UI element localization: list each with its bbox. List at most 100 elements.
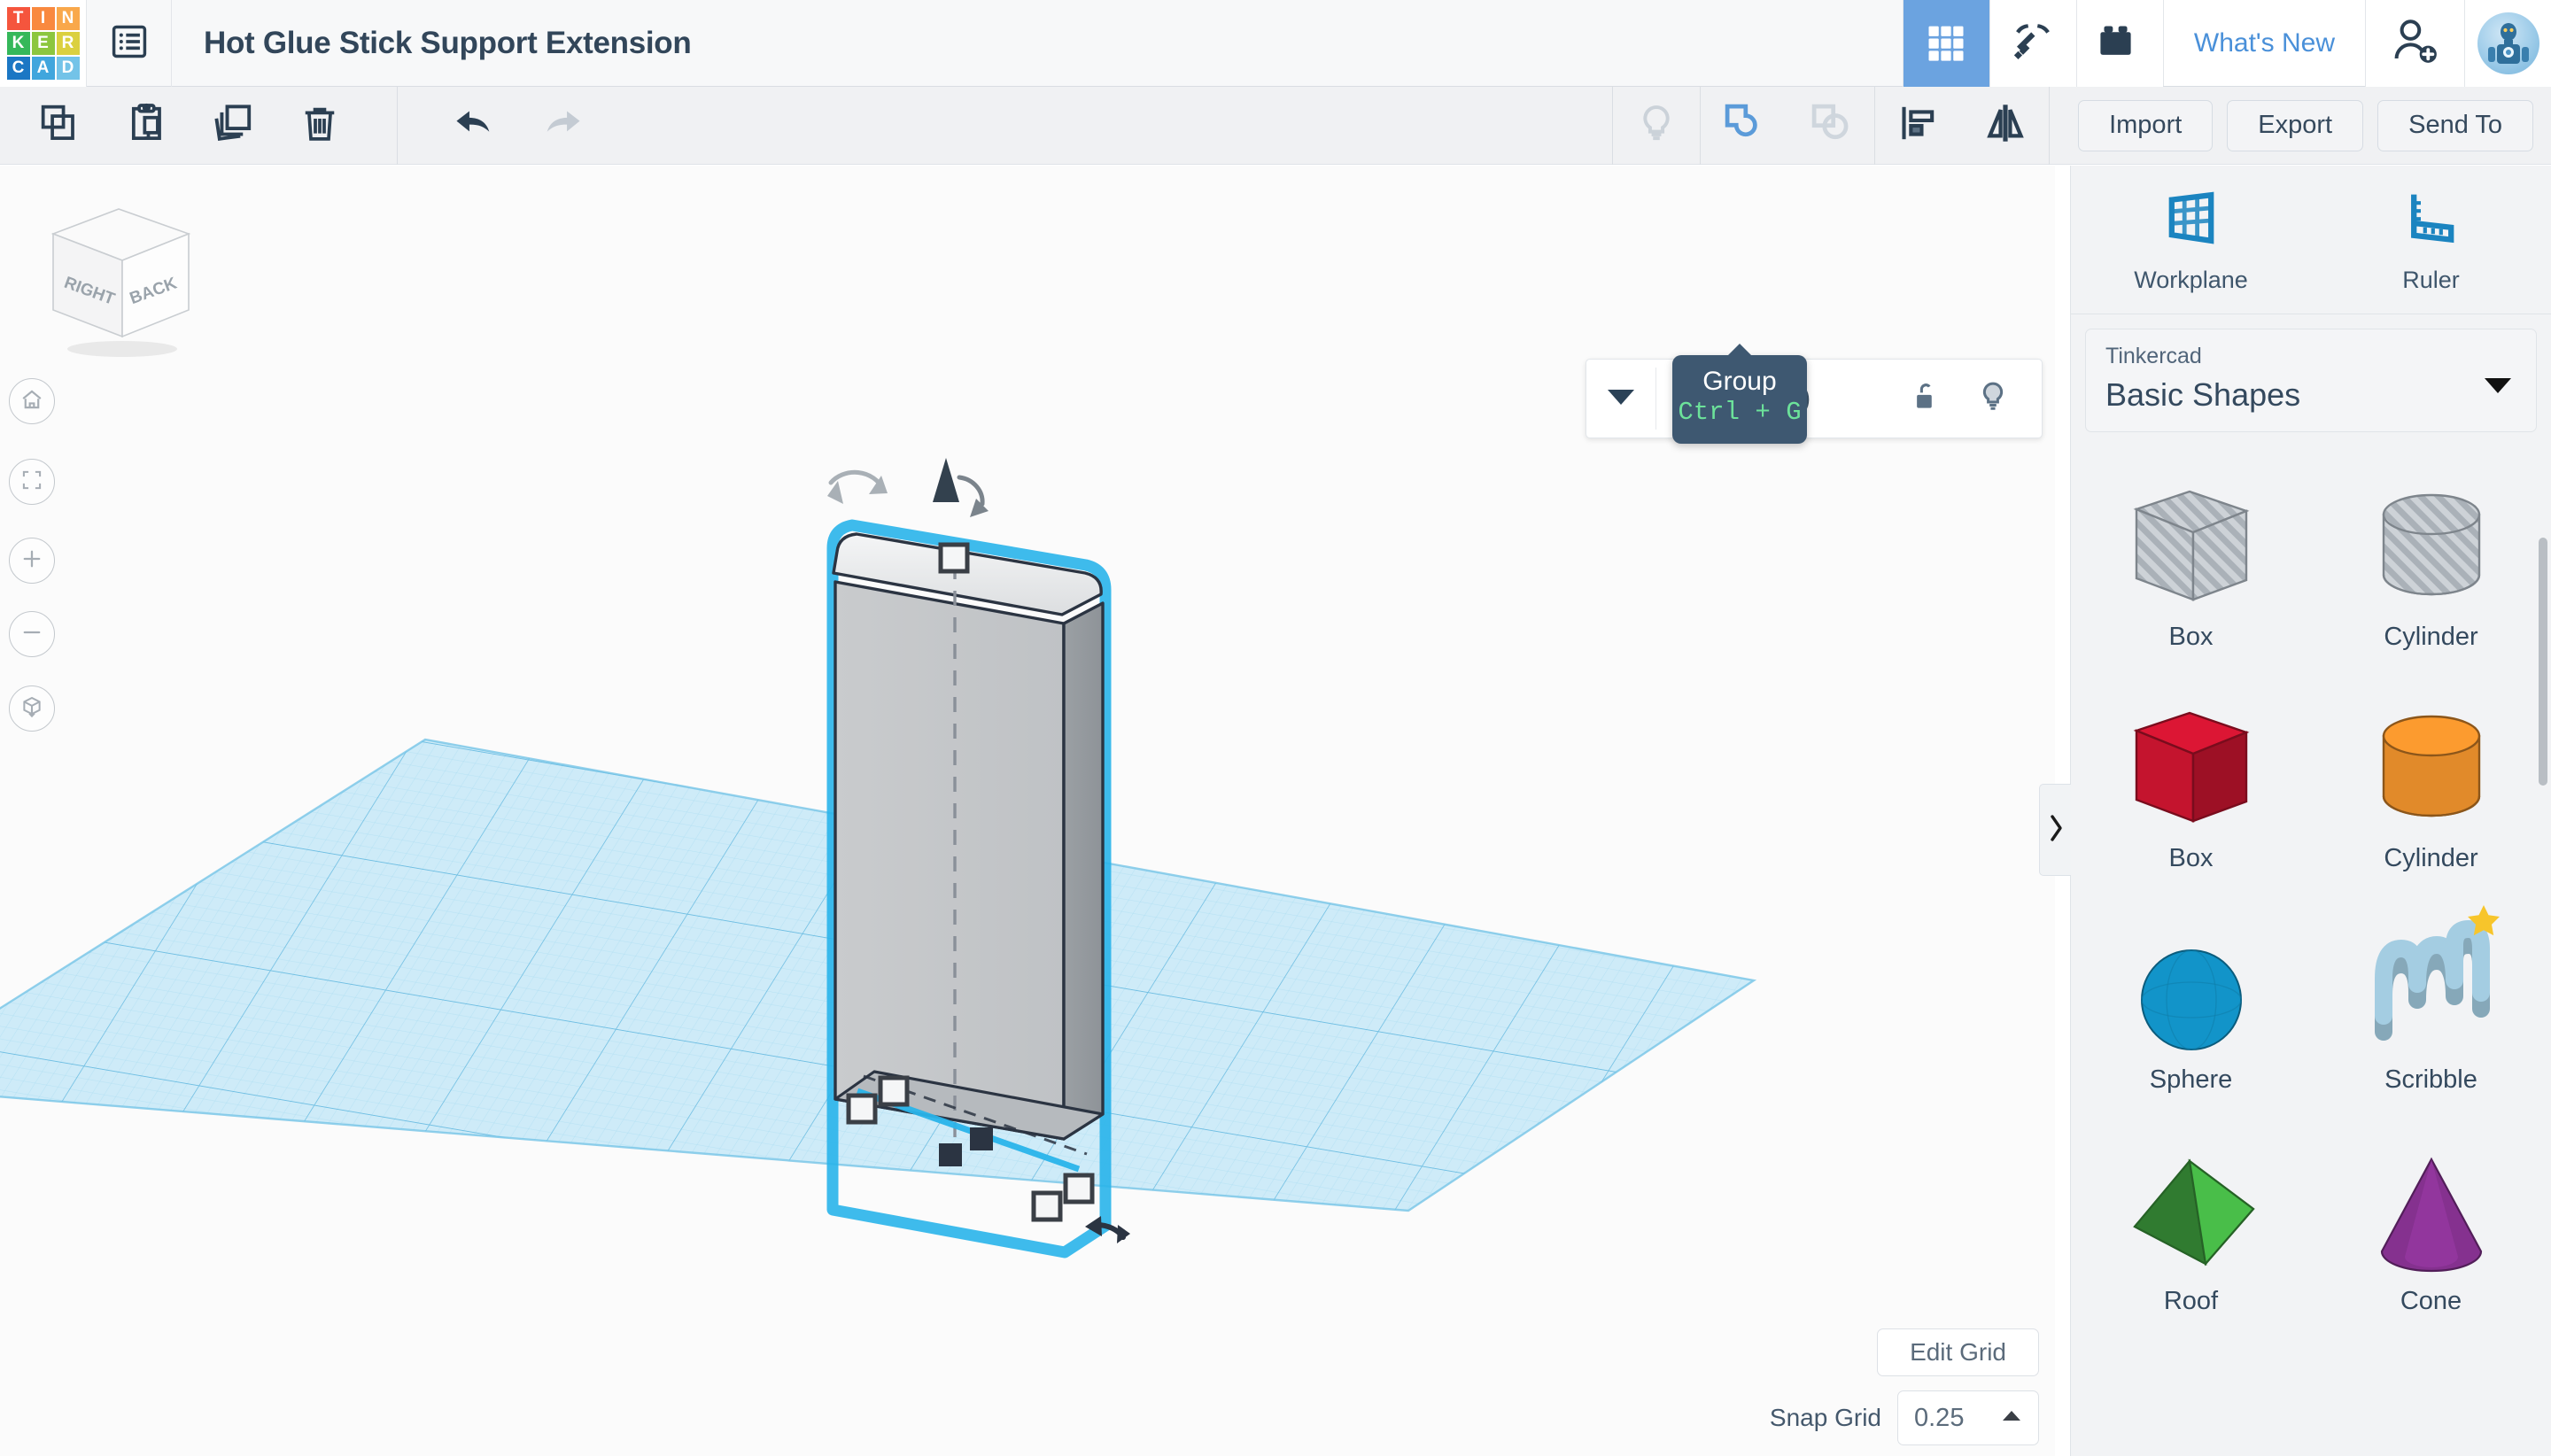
shape-label: Cylinder bbox=[2384, 844, 2477, 873]
hide-button[interactable] bbox=[1613, 87, 1700, 165]
redo-button[interactable] bbox=[518, 87, 605, 165]
home-view-button[interactable] bbox=[9, 378, 55, 424]
align-button[interactable] bbox=[1875, 87, 1962, 165]
shapes-panel-collapse-button[interactable] bbox=[1586, 387, 1655, 411]
lego-brick-icon bbox=[2096, 20, 2144, 67]
shape-cylinder-hole[interactable]: Cylinder bbox=[2311, 452, 2551, 673]
page-title[interactable]: Hot Glue Stick Support Extension bbox=[172, 0, 691, 86]
toolbar-divider bbox=[397, 87, 398, 165]
paste-button[interactable] bbox=[103, 87, 190, 165]
logo-tile-d: D bbox=[57, 57, 80, 80]
document-list-button[interactable] bbox=[87, 0, 172, 87]
shape-row: Roof Cone bbox=[2071, 1116, 2551, 1337]
zoom-out-button[interactable] bbox=[9, 611, 55, 657]
plus-icon bbox=[20, 547, 43, 575]
tab-minecraft[interactable] bbox=[1989, 0, 2076, 87]
copy-button[interactable] bbox=[16, 87, 103, 165]
snap-grid-select[interactable]: 0.25 bbox=[1897, 1390, 2039, 1445]
chevron-down-icon[interactable] bbox=[2483, 376, 2513, 399]
shape-row: Box Cylinder bbox=[2071, 673, 2551, 895]
ungroup-button[interactable] bbox=[1787, 87, 1874, 165]
tab-blocks[interactable] bbox=[2076, 0, 2163, 87]
import-button[interactable]: Import bbox=[2078, 100, 2213, 151]
tinkercad-logo[interactable]: TINKERCAD bbox=[0, 0, 87, 87]
logo-tile-k: K bbox=[7, 32, 30, 55]
library-group-label: Tinkercad bbox=[2105, 344, 2516, 369]
pickaxe-icon bbox=[2009, 18, 2057, 70]
logo-tile-t: T bbox=[7, 7, 30, 30]
ruler-tool-label: Ruler bbox=[2402, 267, 2460, 294]
shape-roof[interactable]: Roof bbox=[2071, 1116, 2311, 1337]
tooltip-title: Group bbox=[1672, 366, 1807, 397]
user-avatar-button[interactable] bbox=[2464, 0, 2551, 87]
roof-3d-icon bbox=[2121, 1135, 2262, 1282]
undo-button[interactable] bbox=[431, 87, 518, 165]
shape-label: Cone bbox=[2400, 1287, 2462, 1316]
cube-arrow-icon bbox=[19, 694, 44, 724]
library-selected-value: Basic Shapes bbox=[2105, 376, 2516, 414]
send-to-button[interactable]: Send To bbox=[2377, 100, 2533, 151]
shapes-inspector-panel[interactable]: Shapes (3) bbox=[1586, 359, 2043, 438]
shape-label: Roof bbox=[2164, 1287, 2218, 1316]
workplane-tool[interactable]: Workplane bbox=[2071, 166, 2311, 314]
invite-user-button[interactable] bbox=[2365, 0, 2464, 87]
design-canvas[interactable]: RIGHT BACK bbox=[0, 166, 2055, 1456]
export-button[interactable]: Export bbox=[2227, 100, 2363, 151]
ungroup-icon bbox=[1807, 99, 1855, 151]
group-button[interactable] bbox=[1701, 87, 1787, 165]
toolbar-divider-5 bbox=[2049, 87, 2050, 165]
shape-cylinder-orange[interactable]: Cylinder bbox=[2311, 673, 2551, 895]
sphere-3d-icon bbox=[2121, 914, 2262, 1060]
snap-grid-control: Snap Grid 0.25 mm bbox=[1770, 1390, 2039, 1445]
ruler-icon bbox=[2400, 186, 2463, 254]
minus-icon bbox=[20, 621, 43, 648]
snap-grid-unit: mm bbox=[1946, 1448, 1986, 1456]
group-icon bbox=[1720, 99, 1768, 151]
redo-arrow-icon bbox=[537, 98, 586, 152]
right-panel-collapse-button[interactable] bbox=[2039, 784, 2071, 876]
rotate-z-handle[interactable] bbox=[827, 472, 888, 504]
logo-tile-r: R bbox=[57, 32, 80, 55]
undo-arrow-icon bbox=[450, 98, 500, 152]
ruler-tool[interactable]: Ruler bbox=[2311, 166, 2551, 314]
library-select[interactable]: Tinkercad Basic Shapes bbox=[2085, 329, 2537, 432]
rotate-y-handle[interactable] bbox=[933, 458, 989, 517]
logo-tile-a: A bbox=[32, 57, 55, 80]
unlock-icon[interactable] bbox=[1909, 379, 1942, 419]
cylinder-3d-icon bbox=[2361, 471, 2502, 617]
mirror-button[interactable] bbox=[1962, 87, 2049, 165]
document-list-icon bbox=[110, 22, 149, 66]
tinkercad-app: TINKERCAD Hot Glue Stick Support Extensi… bbox=[0, 0, 2551, 1456]
copy-icon bbox=[37, 101, 81, 150]
library-select-wrapper: Tinkercad Basic Shapes bbox=[2071, 314, 2551, 443]
shape-cone[interactable]: Cone bbox=[2311, 1116, 2551, 1337]
shape-scribble[interactable]: Scribble bbox=[2311, 895, 2551, 1116]
shape-label: Box bbox=[2169, 844, 2214, 873]
logo-tile-c: C bbox=[7, 57, 30, 80]
fit-view-button[interactable] bbox=[9, 459, 55, 505]
shape-box-red[interactable]: Box bbox=[2071, 673, 2311, 895]
shape-sphere[interactable]: Sphere bbox=[2071, 895, 2311, 1116]
top-header-bar: TINKERCAD Hot Glue Stick Support Extensi… bbox=[0, 0, 2551, 87]
delete-button[interactable] bbox=[276, 87, 363, 165]
shape-grid-scrollbar[interactable] bbox=[2539, 538, 2547, 786]
lightbulb-icon[interactable] bbox=[1976, 378, 2010, 420]
zoom-in-button[interactable] bbox=[9, 538, 55, 584]
fit-frame-icon bbox=[20, 469, 43, 496]
edit-grid-button[interactable]: Edit Grid bbox=[1877, 1328, 2039, 1376]
whats-new-link[interactable]: What's New bbox=[2163, 0, 2365, 86]
view-cube[interactable]: RIGHT BACK bbox=[34, 197, 206, 365]
shape-grid: Box Cylinder Box Cylinder Sphere Scribbl… bbox=[2071, 443, 2551, 1399]
tab-designs[interactable] bbox=[1903, 0, 1989, 87]
grid-icon bbox=[1923, 19, 1969, 69]
duplicate-button[interactable] bbox=[190, 87, 276, 165]
group-tooltip: Group Ctrl + G bbox=[1672, 355, 1807, 444]
lightbulb-icon bbox=[1634, 101, 1679, 150]
snap-grid-value: 0.25 bbox=[1914, 1404, 1964, 1433]
snap-grid-label: Snap Grid bbox=[1770, 1390, 1881, 1445]
shape-row: Sphere Scribble bbox=[2071, 895, 2551, 1116]
user-add-icon bbox=[2390, 16, 2441, 72]
ortho-toggle-button[interactable] bbox=[9, 685, 55, 732]
shape-box-hole[interactable]: Box bbox=[2071, 452, 2311, 673]
caret-up-icon bbox=[2001, 1409, 2022, 1428]
